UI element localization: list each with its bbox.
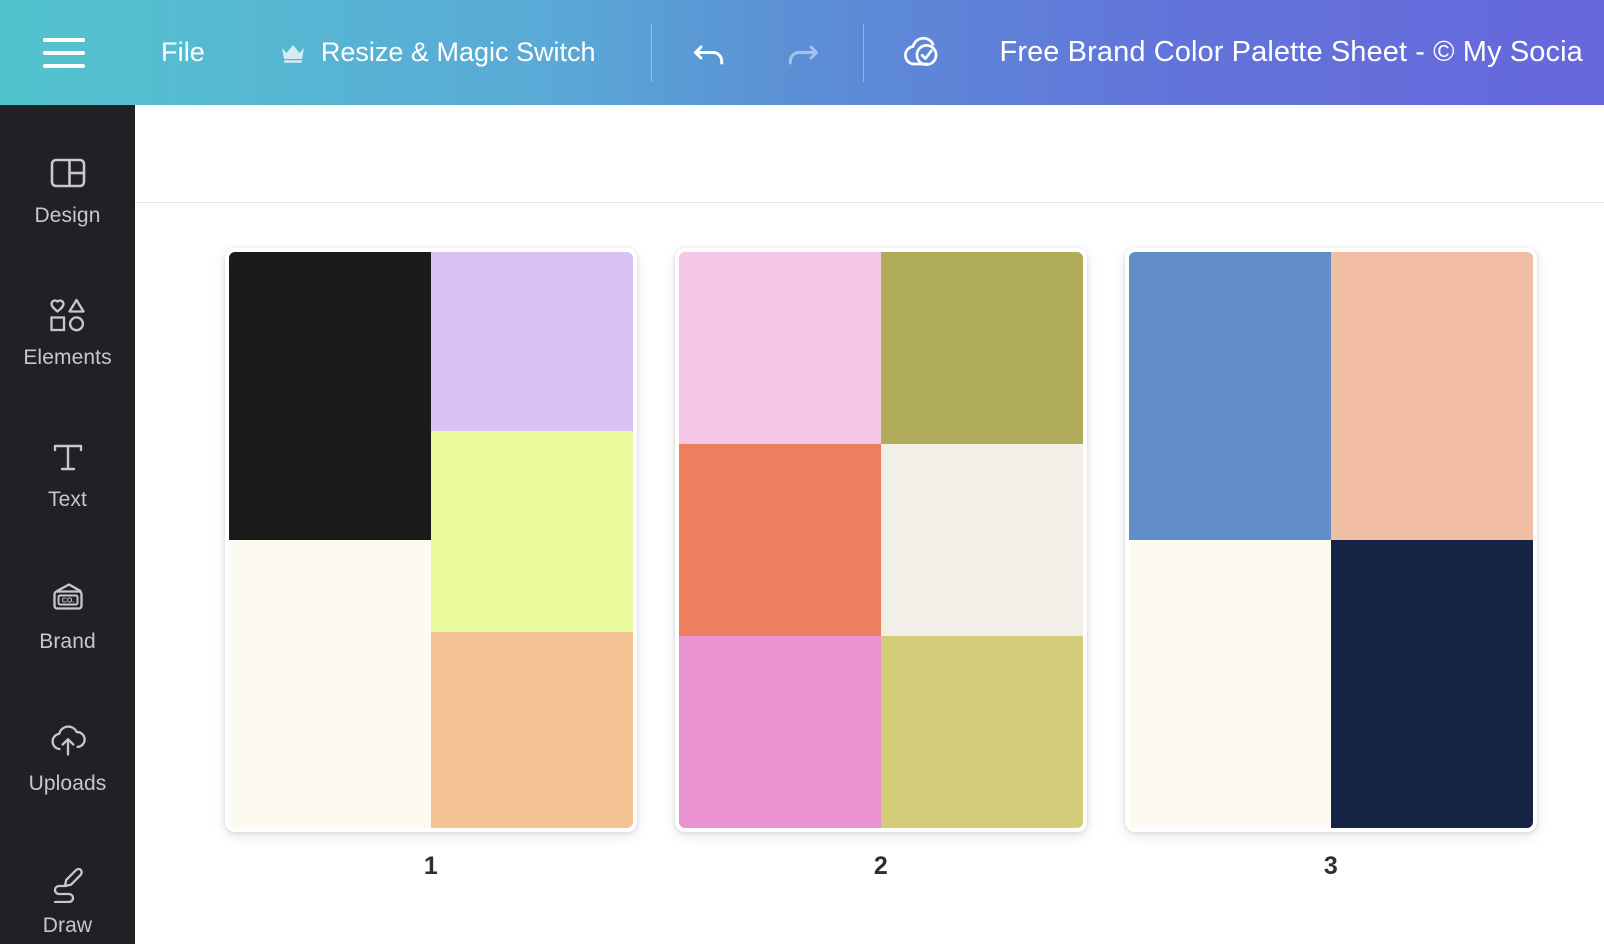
sidebar-item-uploads[interactable]: Uploads <box>0 697 135 815</box>
sidebar-item-brand[interactable]: CO. Brand <box>0 555 135 673</box>
top-header-bar: File Resize & Magic Switch Free Brand Co… <box>0 0 1604 105</box>
color-swatch-grid <box>679 252 1083 828</box>
redo-arrow-icon <box>771 22 833 84</box>
page-thumbnail-1[interactable]: 1 <box>225 248 637 880</box>
page-number-label: 3 <box>1323 852 1339 880</box>
sidebar-item-label: Brand <box>39 629 96 653</box>
color-swatch-lime-yellow[interactable] <box>431 430 633 633</box>
color-swatch-coral-orange[interactable] <box>679 444 881 637</box>
color-swatch-blush-peach[interactable] <box>1331 252 1533 540</box>
sidebar-item-label: Design <box>34 203 101 227</box>
swatch-column <box>679 252 881 828</box>
hamburger-bar <box>43 37 85 42</box>
color-swatch-ivory-cream[interactable] <box>1129 540 1331 828</box>
sidebar-item-elements[interactable]: Elements <box>0 271 135 389</box>
page-frame[interactable] <box>1125 248 1537 832</box>
header-divider <box>862 23 864 82</box>
sidebar-item-label: Draw <box>42 913 93 937</box>
hamburger-bar <box>43 50 85 55</box>
sidebar-item-draw[interactable]: Draw <box>0 839 135 944</box>
canvas-area: 1 2 3 <box>135 105 1604 944</box>
swatch-column <box>881 252 1083 828</box>
color-swatch-soft-lavender[interactable] <box>431 252 633 431</box>
hamburger-bar <box>43 63 85 68</box>
color-swatch-bright-pink[interactable] <box>679 636 881 828</box>
swatch-column <box>431 252 633 828</box>
color-swatch-navy-dark[interactable] <box>1331 540 1533 828</box>
pen-draw-icon <box>47 861 89 905</box>
swatch-column <box>1331 252 1533 828</box>
svg-text:CO.: CO. <box>61 597 74 604</box>
color-swatch-grid <box>1129 252 1533 828</box>
canva-editor-window: File Resize & Magic Switch Free Brand Co… <box>0 0 1604 944</box>
swatch-column <box>1129 252 1331 828</box>
color-swatch-off-white[interactable] <box>881 444 1083 637</box>
page-thumbnail-2[interactable]: 2 <box>675 248 1087 880</box>
sidebar-item-label: Uploads <box>28 771 107 795</box>
document-title[interactable]: Free Brand Color Palette Sheet - © My So… <box>1000 36 1583 69</box>
color-swatch-grid <box>229 252 633 828</box>
resize-magic-switch-button[interactable]: Resize & Magic Switch <box>269 29 606 76</box>
resize-magic-switch-label: Resize & Magic Switch <box>320 37 596 67</box>
brand-card-icon: CO. <box>47 577 89 621</box>
color-swatch-olive-green[interactable] <box>881 252 1083 445</box>
cloud-upload-icon <box>46 719 90 763</box>
color-swatch-peach-orange[interactable] <box>431 632 633 828</box>
sidebar-item-design[interactable]: Design <box>0 129 135 247</box>
text-t-icon <box>48 435 88 479</box>
canvas-toolbar-strip <box>135 105 1604 203</box>
color-swatch-denim-blue[interactable] <box>1129 252 1331 540</box>
header-divider <box>650 23 652 82</box>
sidebar-item-label: Elements <box>23 345 112 369</box>
hamburger-menu-icon[interactable] <box>33 22 95 84</box>
sidebar-item-text[interactable]: Text <box>0 413 135 531</box>
color-swatch-near-black[interactable] <box>229 252 431 540</box>
menu-file-button[interactable]: File <box>149 29 217 76</box>
shapes-elements-icon <box>47 293 89 337</box>
crown-icon <box>279 42 307 64</box>
undo-arrow-icon[interactable] <box>679 22 741 84</box>
sidebar-item-label: Text <box>48 487 87 511</box>
page-number-label: 2 <box>873 852 889 880</box>
page-number-label: 1 <box>423 852 439 880</box>
left-sidebar: Design Elements Text CO. Brand Uploads D… <box>0 105 135 944</box>
color-swatch-ivory-cream[interactable] <box>229 540 431 828</box>
page-frame[interactable] <box>675 248 1087 832</box>
page-thumbnail-3[interactable]: 3 <box>1125 248 1537 880</box>
page-frame[interactable] <box>225 248 637 832</box>
color-swatch-khaki-yellow[interactable] <box>881 636 1083 828</box>
swatch-column <box>229 252 431 828</box>
pages-container: 1 2 3 <box>135 204 1604 944</box>
cloud-check-icon[interactable] <box>891 22 953 84</box>
color-swatch-pale-pink[interactable] <box>679 252 881 445</box>
design-layout-icon <box>48 151 88 195</box>
